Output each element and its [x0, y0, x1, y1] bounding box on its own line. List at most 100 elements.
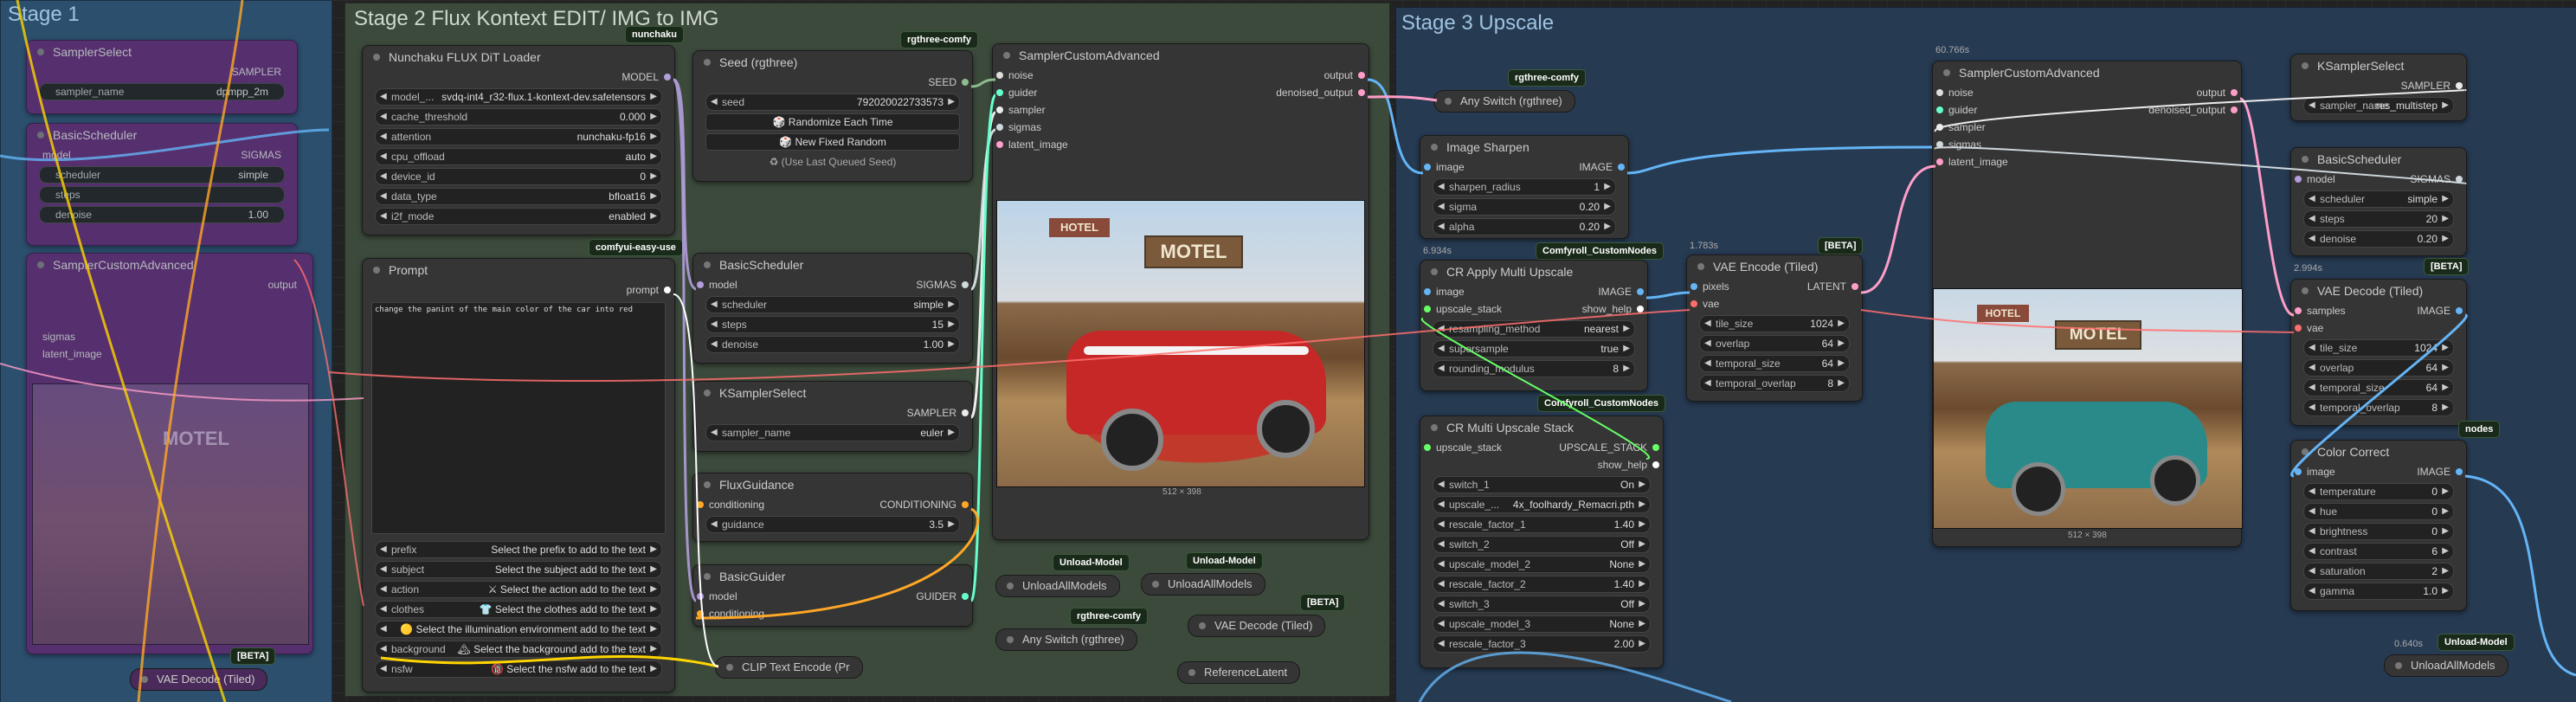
temporal-overlap-widget[interactable]: ◀ temporal_overlap 8 ▶ [1699, 375, 1850, 392]
temporal-size-widget[interactable]: ◀ temporal_size 64 ▶ [2303, 379, 2454, 396]
image-sharpen-node[interactable]: Image Sharpen image IMAGE ◀ sharpen_radius… [1420, 135, 1629, 239]
upscale-stack-input[interactable]: upscale_stack [1436, 300, 1502, 318]
latent-image-input[interactable]: latent_image [42, 345, 102, 363]
node-collapse-dot[interactable] [2302, 287, 2309, 294]
basic-scheduler-node[interactable]: BasicScheduler model SIGMAS ◀ scheduler sim… [692, 253, 973, 364]
vae-input[interactable]: vae [1703, 295, 1719, 312]
sharpen-radius-widget[interactable]: ◀ sharpen_radius 1 ▶ [1433, 178, 1616, 196]
node-collapse-dot[interactable] [704, 390, 711, 396]
seed-rgthree-node[interactable]: Seed (rgthree) SEED ◀ seed 792020022733573… [692, 50, 973, 182]
seed-output[interactable]: SEED [928, 74, 956, 91]
decrement-arrow[interactable]: ◀ [1438, 517, 1445, 532]
decrement-arrow[interactable]: ◀ [2309, 484, 2315, 499]
steps-widget[interactable]: ◀ steps 15 ▶ [705, 316, 960, 333]
sampler-name-widget[interactable]: sampler_name dpmpp_2m [39, 83, 285, 100]
model-input[interactable]: model [42, 146, 71, 164]
guidance-widget[interactable]: ◀ guidance 3.5 ▶ [705, 516, 960, 533]
node-collapse-dot[interactable] [704, 261, 711, 268]
randomize-each-time-button[interactable]: 🎲 Randomize Each Time [705, 113, 960, 131]
increment-arrow[interactable]: ▶ [1639, 497, 1645, 512]
model-input[interactable]: model [709, 276, 737, 293]
stack-widget-5[interactable]: ◀ rescale_factor_2 1.40 ▶ [1433, 576, 1651, 593]
prompt-option-5[interactable]: ◀ background 🏔 Select the background add t… [375, 641, 662, 658]
increment-arrow[interactable]: ▶ [650, 621, 657, 637]
nunchaku-flux-dit-loader-node[interactable]: Nunchaku FLUX DiT Loader MODEL ◀ model_..… [362, 45, 675, 235]
stack-widget-4[interactable]: ◀ upscale_model_2 None ▶ [1433, 556, 1651, 573]
samples-input[interactable]: samples [2307, 302, 2346, 319]
resampling-method-widget[interactable]: ◀ resampling_method nearest ▶ [1433, 320, 1635, 338]
decrement-arrow[interactable]: ◀ [380, 542, 387, 557]
stack-widget-1[interactable]: ◀ upscale_... 4x_foolhardy_Remacri.pth ▶ [1433, 496, 1651, 513]
increment-arrow[interactable]: ▶ [2442, 583, 2449, 599]
increment-arrow[interactable]: ▶ [650, 602, 657, 617]
sampler-output[interactable]: SAMPLER [907, 404, 956, 422]
increment-arrow[interactable]: ▶ [650, 542, 657, 557]
prompt-option-1[interactable]: ◀ subject Select the subject add to the te… [375, 561, 662, 578]
guider-input[interactable]: guider [1008, 84, 1037, 101]
scheduler-widget[interactable]: ◀ scheduler simple ▶ [2303, 190, 2454, 208]
image-input[interactable]: image [2307, 463, 2335, 480]
unload-all-models-collapsed[interactable]: UnloadAllModels [995, 575, 1120, 597]
sampler-name-widget[interactable]: ◀ sampler_name res_multistep ▶ [2303, 97, 2454, 114]
denoised-output-port[interactable]: denoised_output [1276, 84, 1353, 101]
image-output[interactable]: IMAGE [2417, 463, 2450, 480]
latent-output[interactable]: LATENT [1807, 278, 1846, 295]
stage1-basic-scheduler-node[interactable]: BasicScheduler model SIGMAS scheduler simp… [26, 123, 298, 246]
node-collapse-dot[interactable] [704, 573, 711, 580]
ksampler-select-node[interactable]: KSamplerSelect SAMPLER ◀ sampler_name eule… [692, 381, 973, 452]
node-collapse-dot[interactable] [2302, 156, 2309, 163]
model-path-widget[interactable]: ◀ model_... svdq-int4_r32-flux.1-kontext-d… [375, 88, 662, 106]
unload-all-models-collapsed-2[interactable]: UnloadAllModels [1141, 573, 1265, 596]
stage1-vae-decode-collapsed[interactable]: VAE Decode (Tiled) [130, 668, 268, 691]
temporal-size-widget[interactable]: ◀ temporal_size 64 ▶ [1699, 355, 1850, 372]
decrement-arrow[interactable]: ◀ [380, 602, 387, 617]
node-canvas[interactable]: Stage 1 Stage 2 Flux Kontext EDIT/ IMG t… [0, 0, 2576, 702]
image-output[interactable]: IMAGE [1598, 283, 1632, 300]
node-collapse-dot[interactable] [2302, 448, 2309, 455]
sampler-custom-advanced-node[interactable]: SamplerCustomAdvanced noise output guider… [992, 43, 1369, 540]
cpu-offload-widget[interactable]: ◀ cpu_offload auto ▶ [375, 148, 662, 165]
prompt-text-area[interactable]: change the panint of the main color of t… [371, 302, 666, 534]
basic-guider-node[interactable]: BasicGuider model GUIDER conditioning [692, 564, 973, 627]
node-collapse-dot[interactable] [1943, 69, 1950, 76]
model-input[interactable]: model [709, 588, 737, 605]
vae-encode-tiled-node[interactable]: VAE Encode (Tiled) pixels LATENT vae ◀ til… [1686, 254, 1863, 402]
increment-arrow[interactable]: ▶ [650, 641, 657, 657]
sigmas-output[interactable]: SIGMAS [2410, 171, 2450, 188]
image-output[interactable]: IMAGE [2417, 302, 2450, 319]
sigma-widget[interactable]: ◀ sigma 0.20 ▶ [1433, 198, 1616, 216]
decrement-arrow[interactable]: ◀ [2309, 504, 2315, 519]
prompt-output[interactable]: prompt [627, 281, 659, 299]
sigmas-output[interactable]: SIGMAS [241, 146, 281, 164]
model-output[interactable]: MODEL [621, 68, 659, 86]
node-collapse-dot[interactable] [704, 59, 711, 66]
increment-arrow[interactable]: ▶ [650, 661, 657, 677]
scheduler-widget[interactable]: scheduler simple [39, 166, 285, 184]
image-input[interactable]: image [1436, 283, 1465, 300]
decrement-arrow[interactable]: ◀ [380, 661, 387, 677]
any-switch-stage3-collapsed[interactable]: Any Switch (rgthree) [1433, 90, 1575, 113]
denoise-widget[interactable]: ◀ denoise 1.00 ▶ [705, 336, 960, 353]
node-collapse-dot[interactable] [37, 48, 44, 55]
node-collapse-dot[interactable] [1431, 144, 1438, 151]
steps-widget[interactable]: ◀ steps 20 ▶ [2303, 210, 2454, 228]
increment-arrow[interactable]: ▶ [1639, 576, 1645, 592]
stack-widget-6[interactable]: ◀ switch_3 Off ▶ [1433, 596, 1651, 613]
conditioning-input[interactable]: conditioning [709, 496, 764, 513]
node-collapse-dot[interactable] [1697, 263, 1704, 270]
increment-arrow[interactable]: ▶ [1639, 636, 1645, 652]
denoise-widget[interactable]: denoise 1.00 [39, 206, 285, 223]
supersample-widget[interactable]: ◀ supersample true ▶ [1433, 340, 1635, 357]
ksampler-select-stage3-node[interactable]: KSamplerSelect SAMPLER ◀ sampler_name res_… [2290, 54, 2467, 121]
node-collapse-dot[interactable] [1431, 424, 1438, 431]
increment-arrow[interactable]: ▶ [2442, 484, 2449, 499]
vae-input[interactable]: vae [2307, 319, 2323, 337]
decrement-arrow[interactable]: ◀ [2309, 544, 2315, 559]
stage1-sampler-select-node[interactable]: SamplerSelect SAMPLER sampler_name dpmpp_… [26, 40, 298, 114]
prompt-node[interactable]: Prompt prompt change the panint of the m… [362, 258, 675, 692]
conditioning-input[interactable]: conditioning [709, 605, 764, 622]
latent-image-input[interactable]: latent_image [1948, 153, 2008, 171]
conditioning-output[interactable]: CONDITIONING [879, 496, 956, 513]
decrement-arrow[interactable]: ◀ [2309, 564, 2315, 579]
node-collapse-dot[interactable] [704, 481, 711, 488]
